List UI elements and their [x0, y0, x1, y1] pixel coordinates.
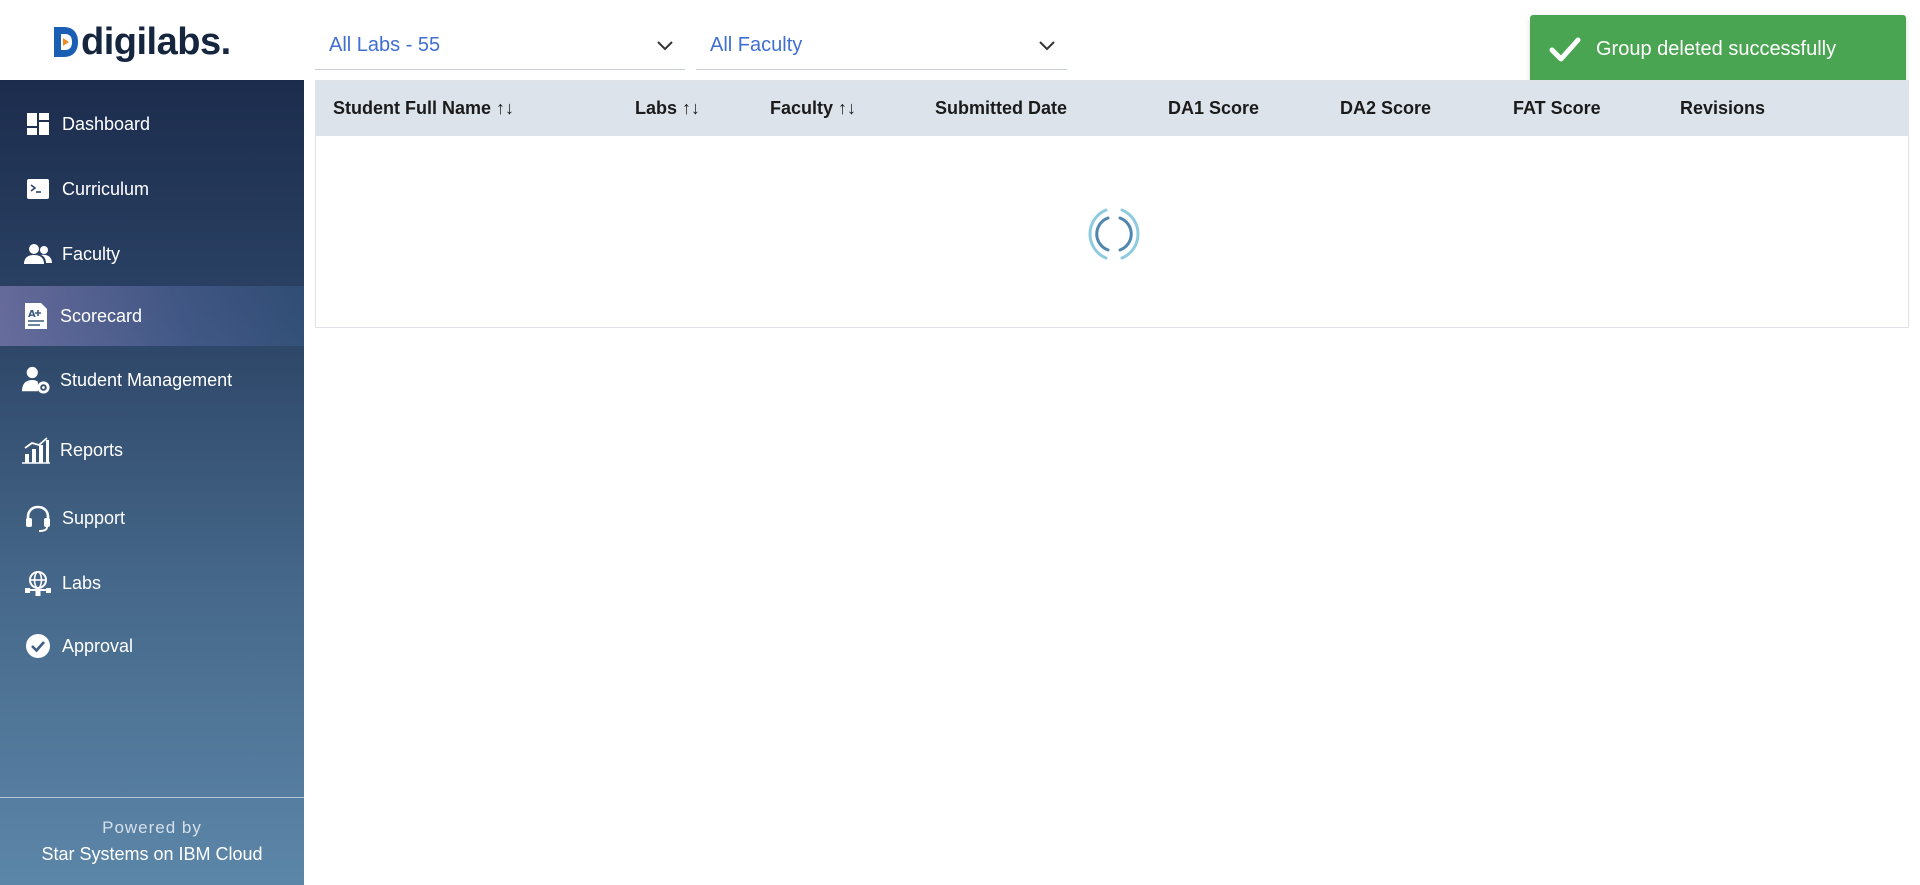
table-header: Student Full Name ↑↓ Labs ↑↓ Faculty ↑↓ …	[316, 81, 1908, 136]
scorecard-table: Student Full Name ↑↓ Labs ↑↓ Faculty ↑↓ …	[315, 80, 1909, 328]
sidebar-item-label: Approval	[62, 635, 134, 656]
scorecard-icon: A	[22, 302, 50, 330]
sidebar-item-student-management[interactable]: Student Management	[0, 350, 304, 410]
column-header-faculty[interactable]: Faculty ↑↓	[770, 81, 856, 136]
column-header-label: Faculty	[770, 98, 834, 118]
sidebar: Dashboard Curriculum Faculty A Scorecard…	[0, 80, 304, 885]
column-header-da2-score: DA2 Score	[1340, 81, 1431, 136]
sidebar-item-support[interactable]: Support	[0, 488, 304, 548]
sidebar-item-label: Reports	[60, 439, 124, 460]
faculty-filter-select[interactable]: All Faculty	[696, 22, 1067, 70]
labs-filter-select[interactable]: All Labs - 55	[315, 22, 685, 70]
digilabs-logo[interactable]: digilabs.	[52, 22, 231, 62]
sort-arrows-icon[interactable]: ↑↓	[682, 98, 700, 119]
column-header-fat-score: FAT Score	[1513, 81, 1601, 136]
sidebar-item-labs[interactable]: Labs	[0, 553, 304, 613]
sidebar-item-label: Labs	[62, 572, 102, 593]
sidebar-item-label: Scorecard	[60, 305, 143, 326]
sidebar-item-label: Dashboard	[62, 113, 151, 134]
sidebar-item-reports[interactable]: Reports	[0, 420, 304, 480]
sidebar-item-dashboard[interactable]: Dashboard	[0, 94, 304, 154]
dashboard-icon	[24, 110, 52, 138]
people-icon	[24, 240, 52, 268]
column-header-label: Student Full Name	[333, 98, 492, 118]
bar-chart-icon	[22, 436, 50, 464]
chevron-down-icon	[1027, 26, 1067, 66]
column-header-label: Labs	[635, 98, 678, 118]
labs-filter-value: All Labs - 55	[329, 34, 441, 56]
success-toast[interactable]: Group deleted successfully	[1530, 15, 1906, 83]
sidebar-footer: Powered by Star Systems on IBM Cloud	[0, 797, 304, 885]
sidebar-item-curriculum[interactable]: Curriculum	[0, 159, 304, 219]
globe-network-icon	[24, 569, 52, 597]
toast-message: Group deleted successfully	[1596, 37, 1837, 60]
user-settings-icon	[22, 366, 50, 394]
column-header-label: Submitted Date	[935, 98, 1068, 118]
column-header-label: FAT Score	[1513, 98, 1601, 118]
sidebar-item-label: Student Management	[60, 369, 233, 390]
column-header-revisions: Revisions	[1680, 81, 1765, 136]
column-header-label: DA1 Score	[1168, 98, 1260, 118]
powered-by-label: Powered by	[102, 818, 202, 837]
column-header-label: Revisions	[1680, 98, 1766, 118]
headset-icon	[24, 504, 52, 532]
logo-mark-icon	[54, 27, 78, 57]
logo-text: digilabs.	[81, 21, 231, 63]
column-header-label: DA2 Score	[1340, 98, 1432, 118]
table-body	[316, 136, 1908, 327]
column-header-submitted-date: Submitted Date	[935, 81, 1067, 136]
column-header-da1-score: DA1 Score	[1168, 81, 1259, 136]
sidebar-item-label: Curriculum	[62, 178, 150, 199]
loading-spinner-icon	[1088, 208, 1140, 260]
provider-label: Star Systems on IBM Cloud	[41, 844, 263, 864]
svg-text:A: A	[28, 309, 36, 320]
check-circle-icon	[24, 632, 52, 660]
column-header-student-full-name[interactable]: Student Full Name ↑↓	[333, 81, 514, 136]
sidebar-item-approval[interactable]: Approval	[0, 616, 304, 676]
terminal-icon	[24, 175, 52, 203]
checkmark-icon	[1549, 37, 1581, 62]
column-header-labs[interactable]: Labs ↑↓	[635, 81, 700, 136]
sort-arrows-icon[interactable]: ↑↓	[838, 98, 856, 119]
sidebar-item-faculty[interactable]: Faculty	[0, 224, 304, 284]
chevron-down-icon	[645, 26, 685, 66]
sort-arrows-icon[interactable]: ↑↓	[496, 98, 514, 119]
sidebar-item-label: Support	[62, 507, 126, 528]
sidebar-item-scorecard[interactable]: A Scorecard	[0, 286, 304, 346]
faculty-filter-value: All Faculty	[710, 34, 803, 56]
sidebar-item-label: Faculty	[62, 243, 121, 264]
